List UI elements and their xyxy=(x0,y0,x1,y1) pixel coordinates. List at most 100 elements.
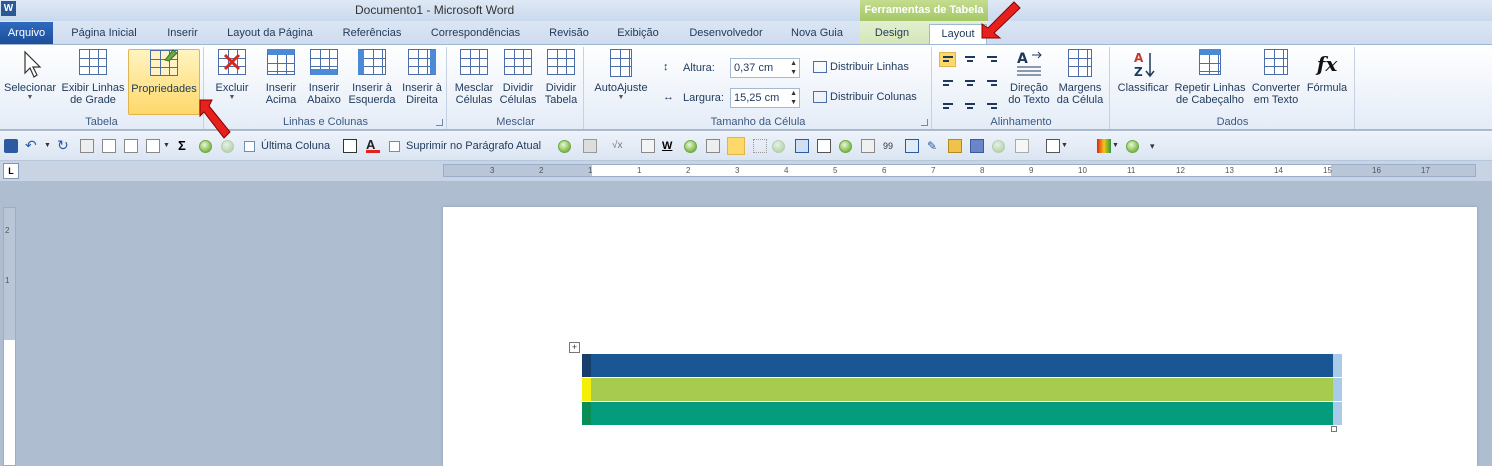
align-top-right-button[interactable] xyxy=(983,52,1000,67)
word-count-icon[interactable]: W xyxy=(662,139,676,153)
vertical-ruler[interactable]: 2 1 xyxy=(3,207,16,466)
page-icon[interactable] xyxy=(1015,139,1029,153)
chevron-down-icon[interactable]: ▼ xyxy=(44,139,58,153)
highlighted-tool-icon[interactable] xyxy=(727,137,745,155)
repetir-cabecalho-button[interactable]: Repetir Linhas de Cabeçalho xyxy=(1171,49,1249,106)
spinner-arrows-icon[interactable]: ▲ ▼ xyxy=(790,59,797,77)
tab-correspondencias[interactable]: Correspondências xyxy=(425,24,526,44)
tab-selector[interactable]: L xyxy=(3,163,19,179)
direcao-texto-button[interactable]: A Direção do Texto xyxy=(1005,49,1053,106)
align-bottom-left-button[interactable] xyxy=(939,96,956,111)
green-circle-icon[interactable] xyxy=(558,140,571,153)
selection-icon[interactable] xyxy=(753,139,767,153)
selecionar-button[interactable]: Selecionar ▼ xyxy=(2,49,58,102)
align-bottom-center-button[interactable] xyxy=(961,96,978,111)
quote-icon[interactable]: 99 xyxy=(883,139,897,153)
tab-pagina-inicial[interactable]: Página Inicial xyxy=(64,24,144,44)
exibir-linhas-grade-button[interactable]: Exibir Linhas de Grade xyxy=(60,49,126,106)
color-palette-icon[interactable] xyxy=(1097,139,1111,153)
dividir-celulas-button[interactable]: Dividir Células xyxy=(496,49,540,106)
tab-nova-guia[interactable]: Nova Guia xyxy=(786,24,848,44)
table-row[interactable] xyxy=(582,378,1333,401)
horizontal-ruler[interactable]: 3 2 1 1 2 3 4 5 6 7 8 9 10 11 12 13 14 15 16 17 xyxy=(443,164,1476,177)
suprimir-checkbox[interactable] xyxy=(389,141,400,152)
shading-icon[interactable] xyxy=(583,139,597,153)
word-app-icon[interactable]: W xyxy=(1,1,16,16)
spinner-arrows-icon[interactable]: ▲ ▼ xyxy=(790,89,797,107)
chevron-down-icon[interactable]: ▼ xyxy=(1112,139,1126,153)
tab-inserir[interactable]: Inserir xyxy=(160,24,205,44)
align-middle-center-button[interactable] xyxy=(961,74,978,89)
comment-icon[interactable] xyxy=(343,139,357,153)
chevron-down-icon[interactable]: ▼ xyxy=(163,139,177,153)
converter-texto-button[interactable]: Converter em Texto xyxy=(1249,49,1303,106)
inserir-esquerda-button[interactable]: Inserir à Esquerda xyxy=(346,49,398,106)
document-icon[interactable] xyxy=(641,139,655,153)
redo-icon[interactable]: ↻ xyxy=(57,138,71,153)
database-icon[interactable] xyxy=(970,139,984,153)
table-first-cell[interactable] xyxy=(582,354,591,377)
symbols-icon[interactable] xyxy=(861,139,875,153)
classificar-button[interactable]: AZ Classificar xyxy=(1115,49,1171,94)
pen-icon[interactable]: ✎ xyxy=(927,139,941,153)
table-resize-handle[interactable] xyxy=(1331,426,1337,432)
inserir-direita-button[interactable]: Inserir à Direita xyxy=(399,49,445,106)
group-label-dados: Dados xyxy=(1216,116,1249,128)
tab-arquivo[interactable]: Arquivo xyxy=(0,22,53,44)
tab-design[interactable]: Design xyxy=(866,24,918,44)
align-top-center-button[interactable] xyxy=(961,52,978,67)
layout-icon[interactable] xyxy=(1046,139,1060,153)
tab-revisao[interactable]: Revisão xyxy=(545,24,593,44)
folder-icon[interactable] xyxy=(948,139,962,153)
table-first-cell[interactable] xyxy=(582,402,591,425)
equation-icon[interactable]: √x xyxy=(612,139,626,153)
green-circle-icon[interactable] xyxy=(1126,140,1139,153)
align-bottom-right-button[interactable] xyxy=(983,96,1000,111)
mesclar-celulas-button[interactable]: Mesclar Células xyxy=(452,49,496,106)
align-top-left-button[interactable] xyxy=(939,52,956,67)
green-circle-icon[interactable] xyxy=(684,140,697,153)
distribuir-linhas-button[interactable]: Distribuir Linhas xyxy=(813,61,909,74)
inserir-acima-button[interactable]: Inserir Acima xyxy=(260,49,302,106)
print-icon[interactable] xyxy=(80,139,94,153)
table-row[interactable] xyxy=(582,402,1333,425)
dialog-launcher-icon[interactable] xyxy=(436,119,443,126)
print-preview-icon[interactable] xyxy=(124,139,138,153)
green-circle-icon[interactable] xyxy=(839,140,852,153)
green-circle-icon[interactable] xyxy=(992,140,1005,153)
customize-toolbar-icon[interactable]: ▾ xyxy=(1150,139,1164,153)
edit-icon[interactable] xyxy=(817,139,831,153)
green-circle-icon[interactable] xyxy=(772,140,785,153)
zoom-preview-icon[interactable] xyxy=(146,139,160,153)
margens-celula-button[interactable]: Margens da Célula xyxy=(1054,49,1106,106)
table-first-cell[interactable] xyxy=(582,378,591,401)
inserir-abaixo-button[interactable]: Inserir Abaixo xyxy=(303,49,345,106)
tab-desenvolvedor[interactable]: Desenvolvedor xyxy=(682,24,770,44)
ultima-coluna-checkbox[interactable] xyxy=(244,141,255,152)
formula-button[interactable]: fx Fórmula xyxy=(1303,49,1351,94)
distribuir-colunas-button[interactable]: Distribuir Colunas xyxy=(813,91,917,104)
largura-input[interactable]: 15,25 cm ▲ ▼ xyxy=(730,88,800,108)
dividir-tabela-button[interactable]: Dividir Tabela xyxy=(540,49,582,106)
chevron-down-icon[interactable]: ▼ xyxy=(1061,139,1075,153)
tab-layout-da-pagina[interactable]: Layout da Página xyxy=(221,24,319,44)
save-icon[interactable] xyxy=(4,139,18,153)
tab-referencias[interactable]: Referências xyxy=(337,24,407,44)
table-move-handle[interactable]: + xyxy=(569,342,580,353)
columns-icon[interactable] xyxy=(905,139,919,153)
document-page[interactable] xyxy=(443,207,1477,466)
dialog-launcher-icon[interactable] xyxy=(921,119,928,126)
field-icon[interactable] xyxy=(795,139,809,153)
undo-icon[interactable]: ↶ xyxy=(25,138,39,153)
align-middle-right-button[interactable] xyxy=(983,74,1000,89)
align-middle-left-button[interactable] xyxy=(939,74,956,89)
autoajuste-button[interactable]: AutoAjuste ▼ xyxy=(589,49,653,102)
table-row[interactable] xyxy=(582,354,1333,377)
calculator-icon[interactable] xyxy=(102,139,116,153)
sum-icon[interactable]: Σ xyxy=(178,139,192,153)
font-color-icon[interactable]: A xyxy=(366,138,380,153)
copy-icon[interactable] xyxy=(706,139,720,153)
altura-input[interactable]: 0,37 cm ▲ ▼ xyxy=(730,58,800,78)
propriedades-button[interactable]: Propriedades xyxy=(128,49,200,115)
tab-exibicao[interactable]: Exibição xyxy=(611,24,665,44)
